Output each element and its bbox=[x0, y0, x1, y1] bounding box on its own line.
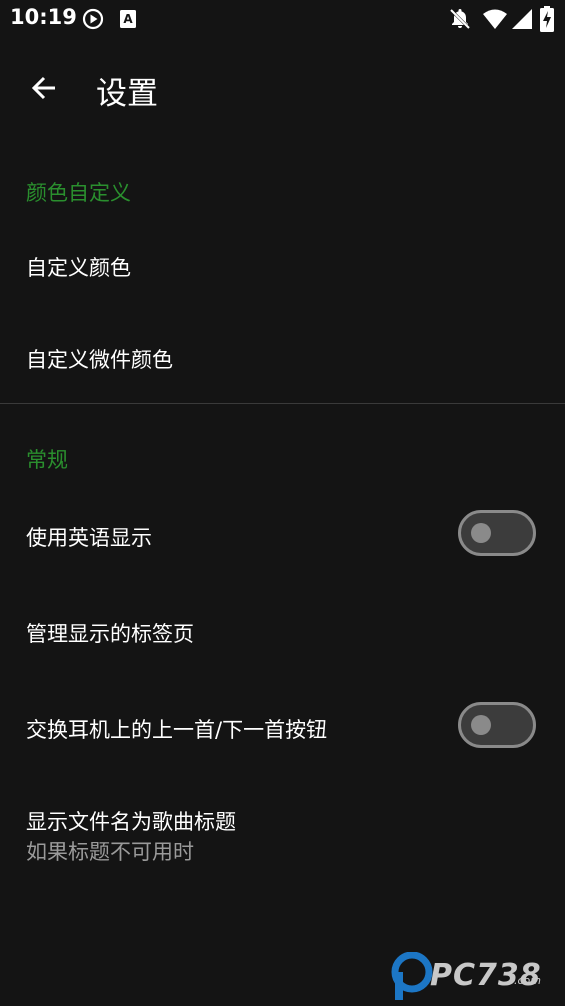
swap-headset-switch[interactable] bbox=[458, 702, 536, 748]
pref-title: 自定义颜色 bbox=[26, 256, 131, 280]
pref-title: 使用英语显示 bbox=[26, 526, 152, 550]
status-bar: 10:19 A bbox=[0, 0, 565, 38]
wifi-icon bbox=[482, 8, 508, 34]
section-header-general: 常规 bbox=[26, 448, 68, 472]
pref-custom-widget-color[interactable]: 自定义微件颜色 bbox=[0, 312, 565, 402]
pref-summary: 如果标题不可用时 bbox=[26, 840, 194, 864]
section-divider bbox=[0, 403, 565, 404]
pref-use-english[interactable]: 使用英语显示 bbox=[0, 488, 565, 582]
pref-title: 管理显示的标签页 bbox=[26, 622, 194, 646]
section-header-color: 颜色自定义 bbox=[26, 181, 131, 205]
switch-thumb bbox=[471, 715, 491, 735]
pref-swap-headset-buttons[interactable]: 交换耳机上的上一首/下一首按钮 bbox=[0, 680, 565, 774]
switch-thumb bbox=[471, 523, 491, 543]
pref-title: 自定义微件颜色 bbox=[26, 348, 173, 372]
play-circle-icon bbox=[82, 8, 104, 34]
bell-off-icon bbox=[448, 7, 472, 35]
arrow-back-icon bbox=[30, 74, 58, 106]
pref-custom-color[interactable]: 自定义颜色 bbox=[0, 220, 565, 310]
pref-filename-as-title[interactable]: 显示文件名为歌曲标题 如果标题不可用时 bbox=[0, 776, 565, 886]
back-button[interactable] bbox=[18, 64, 70, 116]
watermark-logo: PC738 .com bbox=[390, 950, 565, 1004]
pref-title: 交换耳机上的上一首/下一首按钮 bbox=[26, 718, 328, 742]
a-notification-icon: A bbox=[119, 9, 137, 33]
watermark-p-icon bbox=[390, 951, 434, 1006]
pref-title: 显示文件名为歌曲标题 bbox=[26, 810, 236, 834]
use-english-switch[interactable] bbox=[458, 510, 536, 556]
svg-text:A: A bbox=[123, 12, 133, 26]
status-time: 10:19 bbox=[10, 5, 77, 29]
signal-icon bbox=[511, 8, 533, 34]
toolbar: 设置 bbox=[0, 38, 565, 138]
page-title: 设置 bbox=[96, 76, 158, 112]
battery-charging-icon bbox=[540, 6, 554, 36]
pref-manage-tabs[interactable]: 管理显示的标签页 bbox=[0, 584, 565, 678]
watermark-sub: .com bbox=[514, 974, 541, 987]
